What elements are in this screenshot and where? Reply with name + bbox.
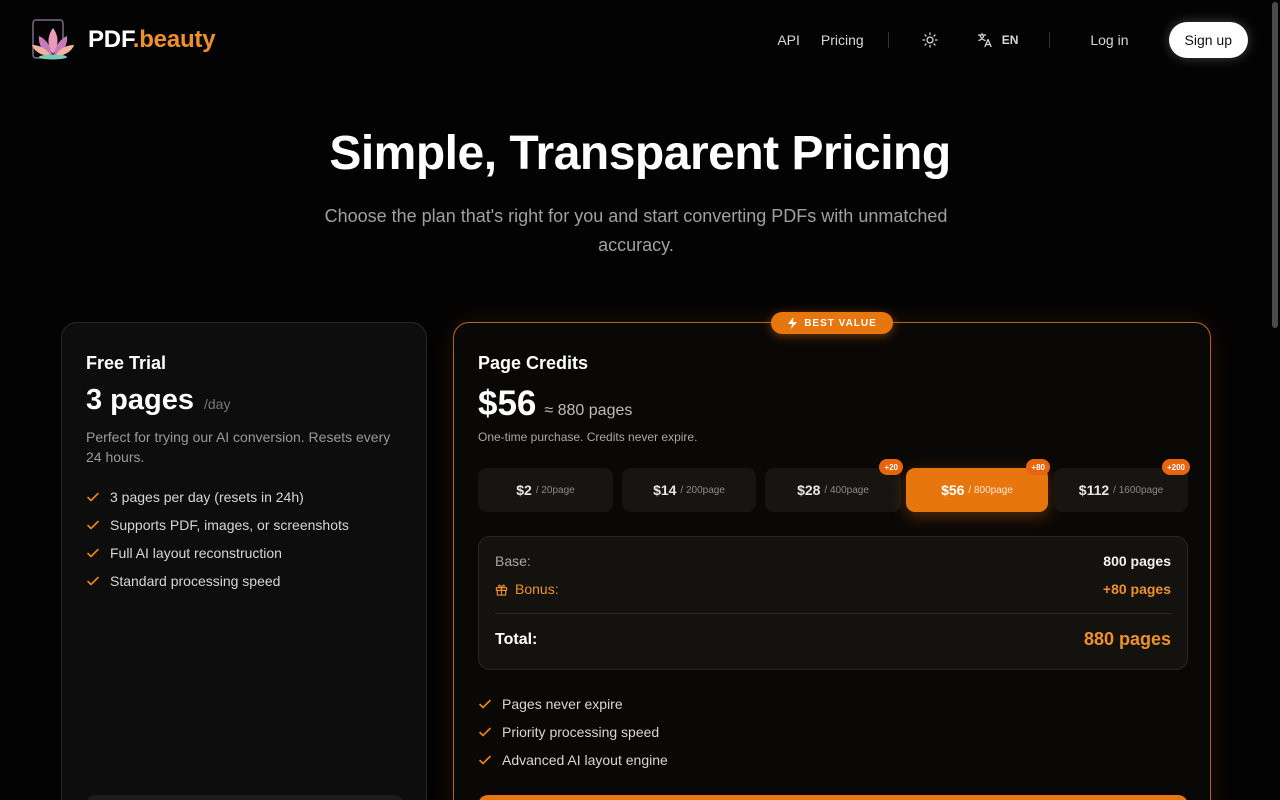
language-switcher[interactable]: EN	[977, 32, 1019, 48]
brand-logo[interactable]: PDF.beauty	[30, 18, 216, 62]
tier-option-2[interactable]: $2/ 20page	[478, 468, 613, 512]
bonus-badge: +20	[879, 459, 903, 475]
summary-divider	[495, 613, 1171, 614]
total-value: 880 pages	[1083, 629, 1171, 649]
page-credits-card: BEST VALUE Page Credits $56 ≈ 880 pages …	[453, 312, 1211, 800]
credit-summary: Base: 800 pages Bonus: +80 pages Total: …	[478, 536, 1188, 670]
total-label: Total:	[495, 630, 538, 648]
price-unit: /day	[204, 396, 231, 412]
signup-button[interactable]: Sign up	[1168, 22, 1248, 58]
base-row: Base: 800 pages	[495, 553, 1171, 569]
list-item: Pages never expire	[478, 690, 1188, 718]
best-value-badge: BEST VALUE	[771, 312, 893, 334]
list-item: Advanced AI layout engine	[478, 746, 1188, 774]
login-link[interactable]: Log in	[1090, 32, 1128, 48]
price-amount: $56	[478, 384, 537, 423]
brand-name: PDF.beauty	[88, 26, 216, 53]
list-item: 3 pages per day (resets in 24h)	[86, 483, 406, 511]
free-trial-card: Free Trial 3 pages /day Perfect for tryi…	[61, 322, 427, 800]
bonus-value: +80 pages	[1102, 581, 1171, 597]
check-icon	[87, 548, 99, 558]
language-code: EN	[1001, 33, 1019, 47]
feature-list: 3 pages per day (resets in 24h) Supports…	[86, 483, 406, 595]
tier-option-14[interactable]: $14/ 200page	[622, 468, 756, 512]
nav-pricing-link[interactable]: Pricing	[821, 32, 864, 48]
top-nav: API Pricing EN Log in Sign up	[777, 22, 1248, 58]
tier-option-28[interactable]: $28/ 400page +20	[765, 459, 903, 512]
check-icon	[87, 492, 99, 502]
page-scrollbar[interactable]	[1270, 0, 1280, 800]
scrollbar-thumb[interactable]	[1272, 2, 1278, 328]
free-trial-button[interactable]	[86, 795, 404, 800]
list-item: Full AI layout reconstruction	[86, 539, 406, 567]
check-icon	[479, 727, 491, 737]
base-label: Base:	[495, 553, 531, 569]
tier-option-56[interactable]: $56/ 800page +80	[906, 459, 1050, 512]
tier-option-112[interactable]: $112/ 1600page +200	[1054, 459, 1190, 512]
tier-selector: $2/ 20page $14/ 200page $28/ 400page +20…	[478, 459, 1190, 512]
check-icon	[87, 520, 99, 530]
page-title: Simple, Transparent Pricing	[329, 127, 951, 180]
site-header: PDF.beauty API Pricing EN Log in Sign up	[0, 0, 1280, 80]
plan-price: 3 pages /day	[86, 384, 406, 417]
nav-divider	[1049, 32, 1051, 48]
lotus-logo-icon	[30, 18, 76, 62]
base-value: 800 pages	[1103, 553, 1171, 569]
plan-name: Free Trial	[86, 353, 167, 373]
plan-price: $56 ≈ 880 pages	[478, 384, 1188, 424]
approx-pages: ≈ 880 pages	[544, 402, 633, 419]
nav-divider	[887, 32, 889, 48]
feature-list: Pages never expire Priority processing s…	[478, 690, 1188, 774]
check-icon	[87, 576, 99, 586]
bonus-badge: +200	[1161, 459, 1190, 475]
check-icon	[479, 755, 491, 765]
bonus-row: Bonus: +80 pages	[495, 581, 1171, 597]
bonus-label: Bonus:	[515, 581, 559, 597]
check-icon	[479, 699, 491, 709]
page-subtitle: Choose the plan that's right for you and…	[324, 206, 948, 255]
nav-api-link[interactable]: API	[777, 32, 800, 48]
lightning-icon	[788, 317, 798, 329]
list-item: Priority processing speed	[478, 718, 1188, 746]
translate-icon	[977, 32, 993, 48]
list-item: Supports PDF, images, or screenshots	[86, 511, 406, 539]
price-amount: 3 pages	[86, 384, 194, 416]
purchase-note: One-time purchase. Credits never expire.	[478, 430, 698, 444]
plan-description: Perfect for trying our AI conversion. Re…	[86, 429, 391, 465]
plan-name: Page Credits	[478, 353, 589, 373]
sun-icon[interactable]	[920, 30, 940, 50]
total-row: Total: 880 pages	[495, 629, 1171, 650]
buy-credits-button[interactable]	[478, 795, 1188, 800]
list-item: Standard processing speed	[86, 567, 406, 595]
gift-icon	[495, 584, 508, 596]
bonus-badge: +80	[1026, 459, 1050, 475]
